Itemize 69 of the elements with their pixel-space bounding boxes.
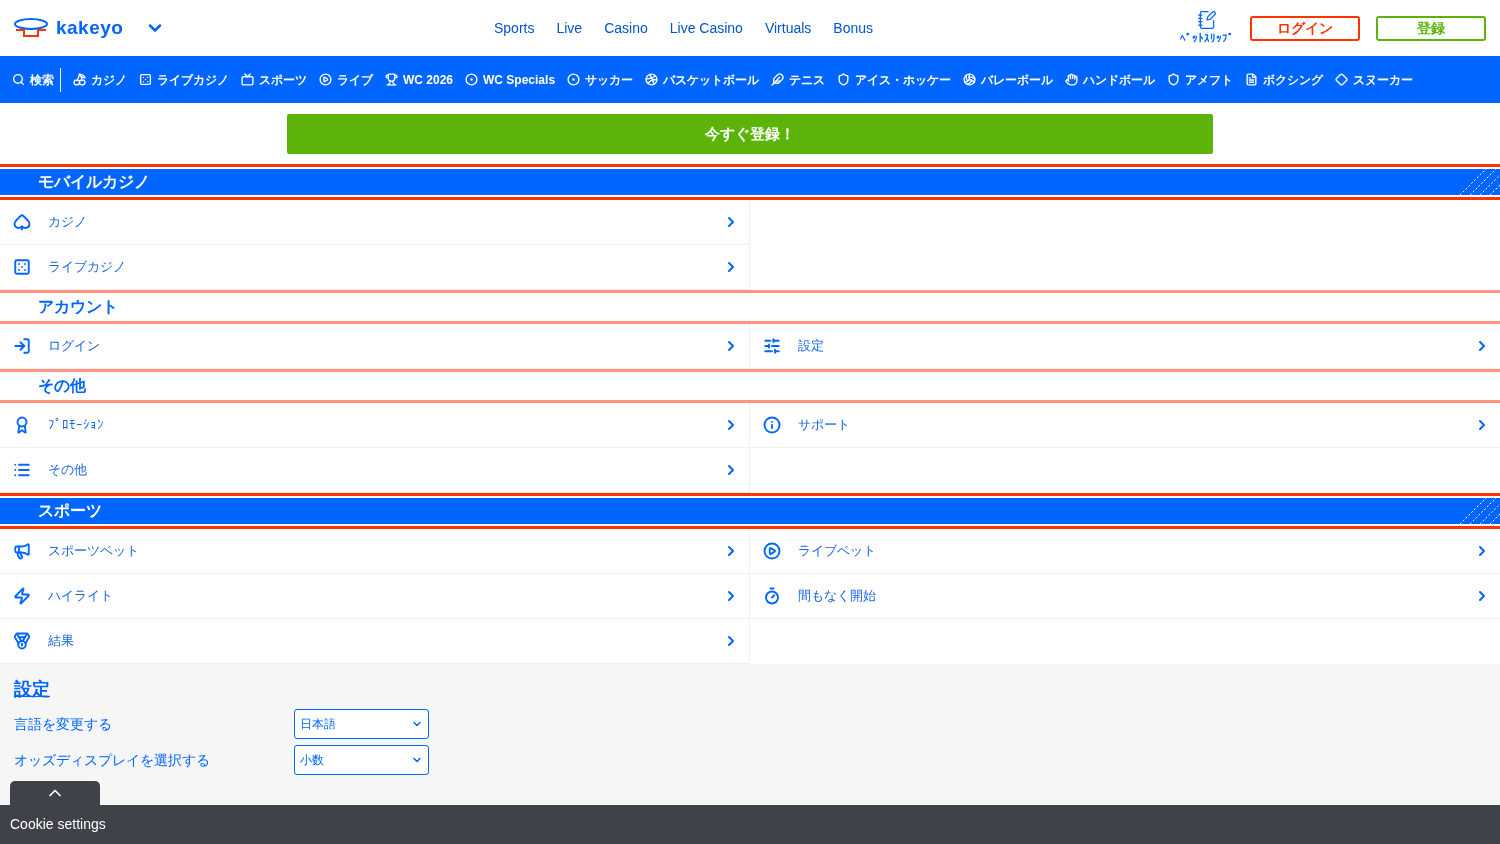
- category-link[interactable]: テニス: [771, 70, 826, 89]
- document-icon: [1245, 73, 1259, 86]
- category-link[interactable]: スポーツ: [241, 70, 307, 89]
- setting-label: オッズディスプレイを選択する: [14, 750, 211, 770]
- select-field[interactable]: 小数: [294, 745, 429, 775]
- login-icon: [13, 337, 31, 355]
- dice-icon: [139, 73, 152, 86]
- cookie-settings-label[interactable]: Cookie settings: [10, 814, 106, 835]
- category-link[interactable]: アイス・ホッケー: [837, 70, 952, 89]
- settings-heading[interactable]: 設定: [14, 679, 50, 699]
- nav-link[interactable]: Bonus: [833, 17, 874, 39]
- menu-item[interactable]: ハイライト: [0, 574, 750, 619]
- nav-link[interactable]: Live Casino: [669, 17, 743, 39]
- menu-item[interactable]: サポート: [750, 403, 1500, 448]
- logo-text: kakeyo: [56, 15, 124, 40]
- category-link[interactable]: ライブカジノ: [139, 70, 229, 89]
- category-link[interactable]: スヌーカー: [1335, 70, 1414, 89]
- category-link[interactable]: ハンドボール: [1065, 70, 1156, 89]
- menu-item[interactable]: スポーツベット: [0, 529, 750, 574]
- logo-icon: [14, 18, 48, 38]
- basketball-icon: [645, 73, 659, 86]
- betslip-icon[interactable]: [1197, 9, 1217, 30]
- category-link[interactable]: バレーボール: [963, 70, 1054, 89]
- medal-icon: [13, 632, 31, 650]
- nav-link[interactable]: Virtuals: [764, 17, 812, 39]
- menu-item[interactable]: ライブベット: [750, 529, 1500, 574]
- play-icon: [319, 73, 332, 86]
- nav-link[interactable]: Casino: [604, 17, 648, 39]
- betslip-label[interactable]: ﾍﾞｯﾄｽﾘｯﾌﾟ: [1180, 29, 1234, 47]
- nav-link[interactable]: Live: [556, 17, 583, 39]
- category-link[interactable]: バスケットボール: [645, 70, 760, 89]
- trophy-icon: [385, 73, 398, 86]
- volleyball-icon: [963, 73, 977, 86]
- category-link[interactable]: 検索: [12, 70, 54, 89]
- login-button[interactable]: ログイン: [1250, 15, 1360, 41]
- section-title: アカウント: [38, 297, 118, 317]
- menu-item[interactable]: 間もなく開始: [750, 574, 1500, 619]
- hand-icon: [1065, 73, 1079, 86]
- diamond-icon: [1335, 73, 1349, 86]
- sliders-icon: [763, 337, 781, 355]
- menu-item[interactable]: ログイン: [0, 324, 750, 369]
- play-icon: [763, 542, 781, 560]
- section-title: モバイルカジノ: [38, 172, 151, 192]
- menu-item[interactable]: カジノ: [0, 200, 750, 245]
- section-title: スポーツ: [38, 501, 103, 521]
- category-link[interactable]: アメフト: [1167, 70, 1234, 89]
- category-link[interactable]: ボクシング: [1245, 70, 1324, 89]
- section-title: その他: [38, 376, 86, 396]
- category-link[interactable]: WC Specials: [465, 70, 556, 89]
- category-link[interactable]: ライブ: [319, 70, 373, 89]
- register-now-button[interactable]: 今すぐ登録！: [287, 114, 1213, 154]
- info-icon: [763, 416, 781, 434]
- dice-icon: [13, 258, 31, 276]
- menu-item[interactable]: 設定: [750, 324, 1500, 369]
- stopwatch-icon: [763, 587, 781, 605]
- menu-item[interactable]: ライブカジノ: [0, 245, 750, 290]
- select-field[interactable]: 日本語: [294, 709, 429, 739]
- bolt-icon: [13, 587, 31, 605]
- setting-label: 言語を変更する: [14, 714, 113, 734]
- category-link[interactable]: WC 2026: [385, 70, 454, 89]
- category-link[interactable]: カジノ: [73, 70, 127, 89]
- nav-link[interactable]: Sports: [494, 17, 535, 39]
- menu-item[interactable]: その他: [0, 448, 750, 493]
- menu-item[interactable]: ﾌﾟﾛﾓｰｼｮﾝ: [0, 403, 750, 448]
- category-link[interactable]: サッカー: [567, 70, 634, 89]
- cherry-icon: [73, 73, 86, 86]
- search-icon: [12, 73, 25, 86]
- list-icon: [13, 461, 31, 479]
- register-button[interactable]: 登録: [1376, 15, 1486, 41]
